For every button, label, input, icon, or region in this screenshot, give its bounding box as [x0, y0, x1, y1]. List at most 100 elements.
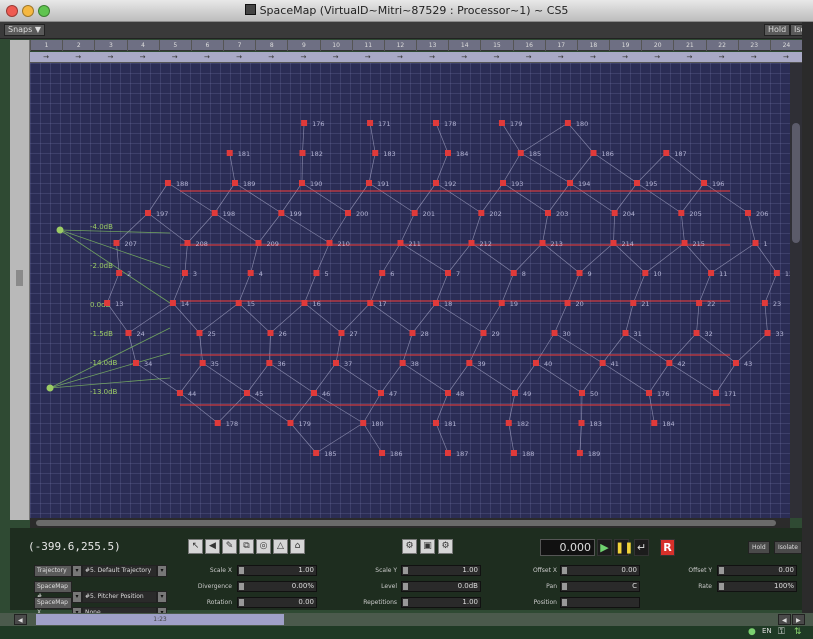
speaker-node[interactable] — [468, 240, 475, 246]
channel-direction-arrow[interactable]: → — [545, 52, 577, 63]
return-icon[interactable]: ↵ — [634, 539, 649, 556]
speaker-node[interactable] — [397, 240, 404, 246]
speaker-node[interactable] — [610, 240, 617, 246]
channel-header[interactable]: 9 — [287, 40, 319, 51]
speaker-node[interactable] — [372, 150, 379, 156]
channel-header[interactable]: 16 — [512, 40, 545, 51]
speaker-node[interactable] — [267, 330, 274, 336]
speaker-node[interactable] — [338, 330, 345, 336]
speaker-node[interactable] — [184, 240, 191, 246]
speaker-node[interactable] — [713, 390, 720, 396]
speaker-node[interactable] — [478, 210, 485, 216]
isolate-button[interactable]: Isolate — [774, 541, 802, 554]
speaker-node[interactable] — [145, 210, 152, 216]
speaker-node[interactable] — [247, 270, 254, 276]
bottom-left-arrow-icon[interactable]: ◀ — [14, 614, 27, 625]
speaker-node[interactable] — [399, 360, 406, 366]
speaker-node[interactable] — [266, 360, 273, 366]
channel-header[interactable]: 4 — [126, 40, 159, 51]
speaker-node[interactable] — [377, 390, 384, 396]
speaker-map[interactable]: -4.0dB-2.0dB0.0dB-1.5dB-14.0dB-13.0dB176… — [30, 63, 790, 518]
speaker-node[interactable] — [752, 240, 759, 246]
speaker-node[interactable] — [498, 300, 505, 306]
tray-globe-icon[interactable]: ● — [748, 627, 756, 637]
speaker-node[interactable] — [231, 180, 238, 186]
speaker-node[interactable] — [255, 240, 262, 246]
channel-direction-arrow[interactable]: → — [738, 52, 770, 63]
speaker-node[interactable] — [433, 180, 439, 186]
speaker-node[interactable] — [634, 180, 641, 186]
channel-header[interactable]: 22 — [705, 40, 738, 51]
horizontal-scroll-thumb[interactable] — [36, 520, 776, 526]
spacemap-canvas[interactable]: -4.0dB -2.0dB 0.0dB -1.5dB -14.0dB -13.0dB 176… — [30, 63, 790, 518]
speaker-node[interactable] — [433, 420, 439, 426]
channel-header[interactable]: 5 — [158, 40, 191, 51]
speaker-node[interactable] — [693, 330, 700, 336]
speaker-node[interactable] — [125, 330, 132, 336]
speaker-node[interactable] — [551, 330, 558, 336]
speaker-node[interactable] — [169, 300, 176, 306]
channel-header[interactable]: 6 — [190, 40, 223, 51]
trajectory-tool-icon[interactable]: ◎ — [256, 539, 271, 554]
channel-direction-arrow[interactable]: → — [609, 52, 641, 63]
speaker-node[interactable] — [666, 360, 673, 366]
speaker-node[interactable] — [696, 300, 703, 306]
speaker-source[interactable] — [46, 384, 54, 392]
speaker-node[interactable] — [642, 270, 649, 276]
speaker-node[interactable] — [367, 120, 374, 126]
zoom-tool-icon[interactable]: ⌂ — [290, 539, 305, 554]
speaker-node[interactable] — [681, 240, 688, 246]
speaker-node[interactable] — [243, 390, 250, 396]
link-tool-icon[interactable]: ⧉ — [239, 539, 254, 554]
speaker-node[interactable] — [510, 450, 517, 456]
speaker-node[interactable] — [764, 330, 771, 336]
channel-direction-arrow[interactable]: → — [448, 52, 480, 63]
rotation-field[interactable]: 0.00 — [237, 597, 317, 608]
rate-field[interactable]: 100% — [717, 581, 797, 592]
speaker-node[interactable] — [564, 120, 571, 126]
speaker-node[interactable] — [326, 240, 333, 246]
channel-direction-arrow[interactable]: → — [255, 52, 287, 63]
speaker-node[interactable] — [576, 270, 583, 276]
channel-header[interactable]: 2 — [62, 40, 94, 51]
speaker-node[interactable] — [360, 420, 367, 426]
play-icon[interactable]: ▶ — [597, 539, 612, 556]
speaker-node[interactable] — [445, 270, 451, 276]
speaker-node[interactable] — [539, 240, 546, 246]
tray-arrows-icon[interactable]: ⇅ — [794, 627, 802, 637]
speaker-node[interactable] — [761, 300, 768, 306]
vertical-scrollbar[interactable] — [790, 63, 802, 518]
speaker-node[interactable] — [313, 450, 320, 456]
channel-header[interactable]: 7 — [223, 40, 255, 51]
speaker-node[interactable] — [651, 420, 658, 426]
speaker-node[interactable] — [578, 420, 585, 426]
speaker-node[interactable] — [345, 210, 352, 216]
speaker-node[interactable] — [579, 390, 586, 396]
divergence-field[interactable]: 0.00% — [237, 581, 317, 592]
triangle-tool-icon[interactable]: △ — [273, 539, 288, 554]
speaker-node[interactable] — [576, 450, 583, 456]
node-tool-icon[interactable]: ✎ — [222, 539, 237, 554]
channel-header[interactable]: 21 — [673, 40, 705, 51]
speaker-node[interactable] — [379, 270, 386, 276]
channel-direction-arrow[interactable]: → — [223, 52, 255, 63]
speaker-node[interactable] — [298, 180, 305, 186]
speaker-node[interactable] — [630, 300, 637, 306]
speaker-node[interactable] — [564, 300, 571, 306]
scale-y-field[interactable]: 1.00 — [401, 565, 481, 576]
toolbar-hold-button[interactable]: Hold — [764, 24, 791, 36]
channel-direction-arrow[interactable]: → — [127, 52, 159, 63]
channel-header[interactable]: 12 — [383, 40, 416, 51]
channel-header[interactable]: 15 — [480, 40, 512, 51]
speaker-node[interactable] — [732, 360, 739, 366]
position-field[interactable] — [560, 597, 640, 608]
speaker-node[interactable] — [498, 120, 505, 126]
trajectory-selector[interactable]: Trajectory ▾ #5. Default Trajectory ▾ — [34, 565, 167, 577]
channel-direction-arrow[interactable]: → — [287, 52, 319, 63]
speaker-node[interactable] — [445, 150, 451, 156]
pan-field[interactable]: C — [560, 581, 640, 592]
speaker-node[interactable] — [744, 210, 751, 216]
pause-icon[interactable]: ❚❚ — [614, 539, 633, 556]
speaker-node[interactable] — [164, 180, 171, 186]
speaker-node[interactable] — [433, 300, 439, 306]
